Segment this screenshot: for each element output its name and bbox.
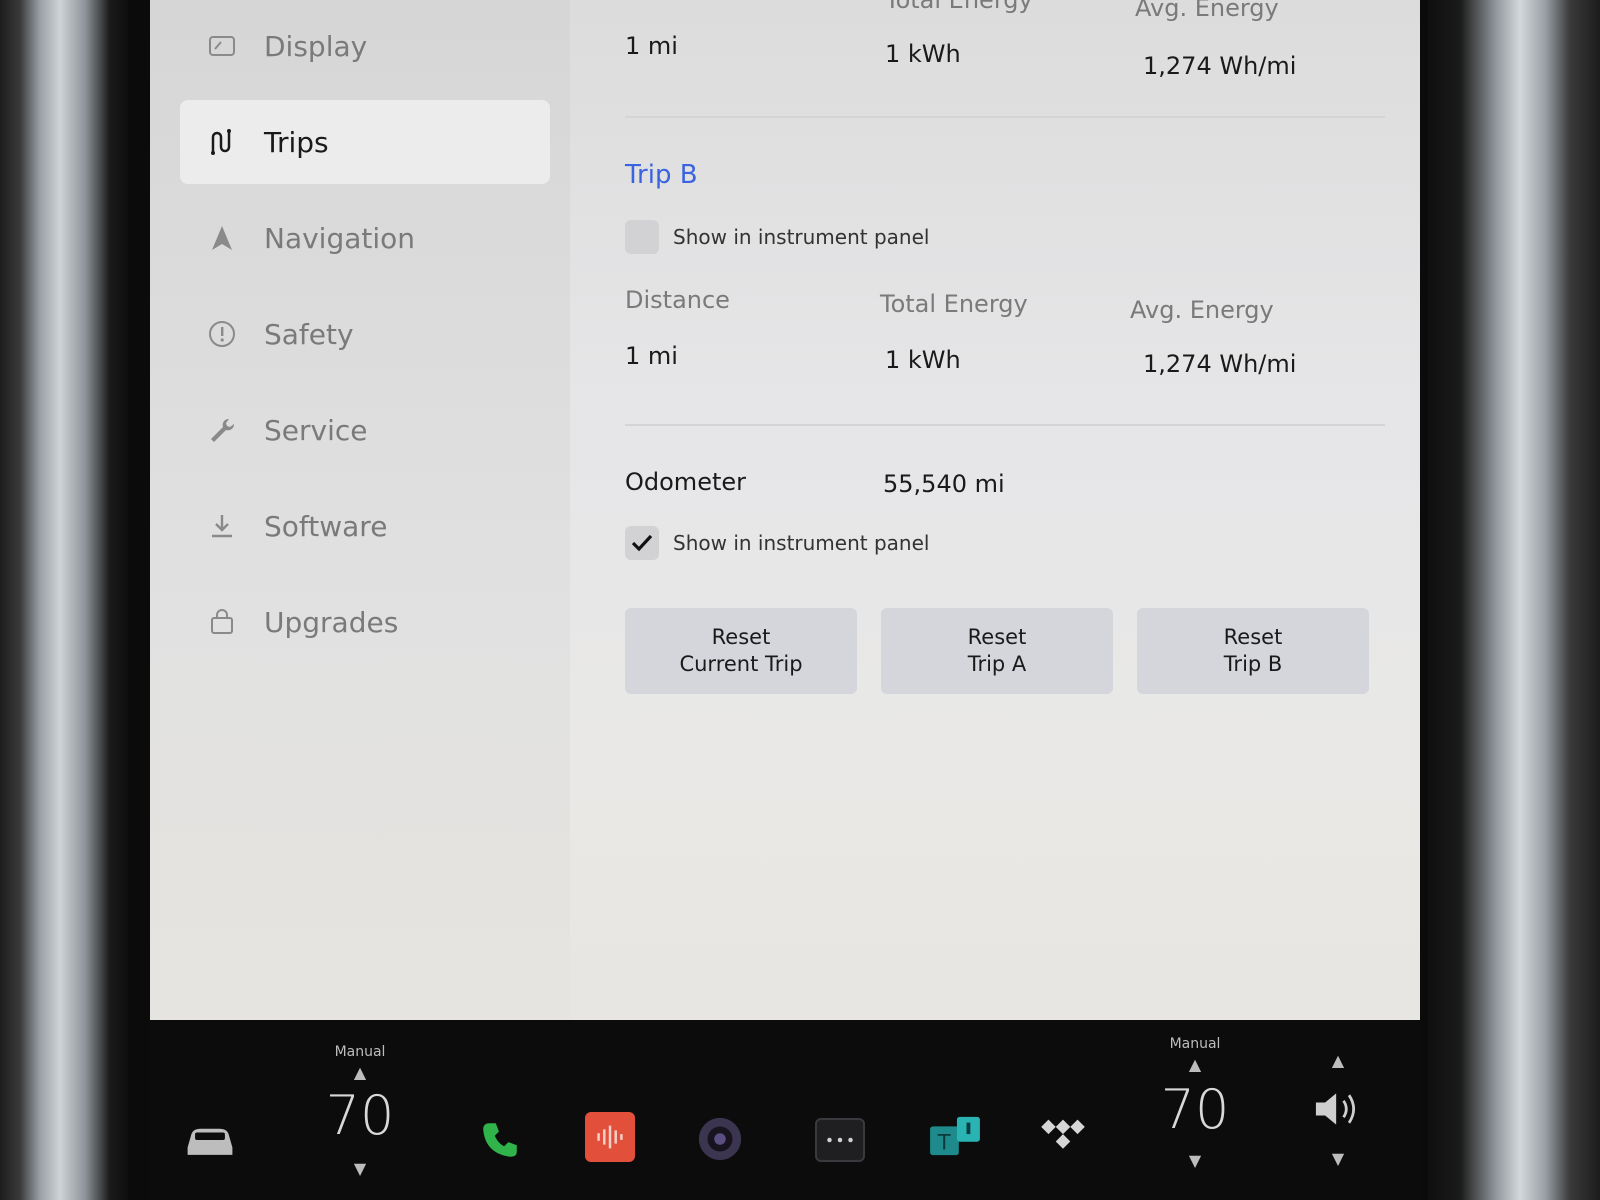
car-trim-right — [1420, 0, 1600, 1200]
left-climate-mode: Manual — [334, 1044, 386, 1060]
sidebar-item-label: Display — [264, 29, 368, 63]
car-trim-left — [0, 0, 130, 1200]
trip-a-total-energy-header: Total Energy — [885, 0, 1033, 14]
button-label-line: Current Trip — [679, 652, 803, 676]
wrench-icon — [202, 410, 242, 450]
chevron-up-icon[interactable]: ▲ — [345, 1062, 375, 1082]
trips-icon — [202, 122, 242, 162]
sidebar-item-software[interactable]: Software — [180, 484, 550, 568]
sidebar-item-safety[interactable]: Safety — [180, 292, 550, 376]
tidal-icon[interactable] — [1035, 1114, 1091, 1158]
button-label-line: Trip A — [967, 652, 1027, 676]
odometer-show-in-panel-checkbox[interactable] — [625, 526, 659, 560]
odometer-label: Odometer — [625, 468, 746, 496]
trip-b-title: Trip B — [625, 160, 698, 190]
safety-icon — [202, 314, 242, 354]
divider — [625, 424, 1385, 426]
media-icon[interactable] — [585, 1112, 635, 1162]
bag-icon — [202, 602, 242, 642]
right-climate-mode: Manual — [1169, 1036, 1221, 1052]
toybox-icon[interactable]: T — [925, 1112, 985, 1160]
volume-up-chevron-icon[interactable]: ▲ — [1323, 1050, 1353, 1070]
settings-sidebar: Display Trips Navigation Safety Service — [150, 0, 570, 1020]
sidebar-item-service[interactable]: Service — [180, 388, 550, 472]
taskbar: Manual ▲ 70 ▼ T Manual ▲ 70 ▼ ▲ ▼ — [150, 1020, 1420, 1200]
checkmark-icon — [631, 534, 653, 552]
sidebar-item-label: Service — [264, 413, 368, 447]
chevron-down-icon[interactable]: ▼ — [345, 1158, 375, 1178]
trip-a-avg-energy-header: Avg. Energy — [1135, 0, 1279, 22]
trip-a-distance-value: 1 mi — [625, 32, 678, 60]
checkbox-label: Show in instrument panel — [673, 531, 930, 555]
button-label-line: Reset — [711, 625, 771, 649]
trip-b-distance-value: 1 mi — [625, 342, 678, 370]
sidebar-item-label: Software — [264, 509, 388, 543]
odometer-show-in-panel-row[interactable]: Show in instrument panel — [625, 526, 929, 560]
trip-b-total-energy-value: 1 kWh — [885, 346, 961, 374]
trip-a-total-energy-value: 1 kWh — [885, 40, 961, 68]
reset-trip-a-button[interactable]: Reset Trip A — [881, 608, 1113, 694]
trip-b-avg-energy-header: Avg. Energy — [1130, 296, 1274, 324]
divider — [625, 116, 1385, 118]
sidebar-item-label: Safety — [264, 317, 354, 351]
right-temperature[interactable]: 70 — [1145, 1074, 1245, 1144]
reset-trip-b-button[interactable]: Reset Trip B — [1137, 608, 1369, 694]
trip-b-show-in-panel-checkbox[interactable] — [625, 220, 659, 254]
phone-icon[interactable] — [475, 1115, 525, 1165]
sidebar-item-trips[interactable]: Trips — [180, 100, 550, 184]
reset-current-trip-button[interactable]: Reset Current Trip — [625, 608, 857, 694]
volume-down-chevron-icon[interactable]: ▼ — [1323, 1148, 1353, 1168]
left-temperature[interactable]: 70 — [310, 1080, 410, 1150]
trip-b-show-in-panel-row[interactable]: Show in instrument panel — [625, 220, 929, 254]
button-label-line: Reset — [967, 625, 1027, 649]
volume-icon[interactable] — [1308, 1084, 1368, 1134]
svg-text:T: T — [937, 1129, 951, 1154]
sidebar-item-display[interactable]: Display — [180, 4, 550, 88]
odometer-value: 55,540 mi — [883, 470, 1005, 498]
camera-icon[interactable] — [695, 1114, 745, 1164]
sidebar-item-upgrades[interactable]: Upgrades — [180, 580, 550, 664]
trip-b-total-energy-header: Total Energy — [880, 290, 1028, 318]
navigation-icon — [202, 218, 242, 258]
trips-panel: Total Energy Avg. Energy 1 mi 1 kWh 1,27… — [625, 0, 1405, 1020]
button-label-line: Reset — [1223, 625, 1283, 649]
button-label-line: Trip B — [1223, 652, 1283, 676]
trip-a-avg-energy-value: 1,274 Wh/mi — [1143, 52, 1297, 80]
sidebar-item-navigation[interactable]: Navigation — [180, 196, 550, 280]
chevron-up-icon[interactable]: ▲ — [1180, 1054, 1210, 1074]
more-apps-icon[interactable] — [815, 1118, 865, 1162]
download-icon — [202, 506, 242, 546]
sidebar-item-label: Trips — [264, 125, 329, 159]
touchscreen: Display Trips Navigation Safety Service — [150, 0, 1420, 1020]
trip-b-avg-energy-value: 1,274 Wh/mi — [1143, 350, 1297, 378]
sidebar-item-label: Navigation — [264, 221, 416, 255]
trip-b-distance-header: Distance — [625, 286, 730, 314]
display-icon — [202, 26, 242, 66]
chevron-down-icon[interactable]: ▼ — [1180, 1150, 1210, 1170]
sidebar-item-label: Upgrades — [264, 605, 399, 639]
checkbox-label: Show in instrument panel — [673, 225, 930, 249]
car-icon[interactable] — [180, 1120, 240, 1160]
